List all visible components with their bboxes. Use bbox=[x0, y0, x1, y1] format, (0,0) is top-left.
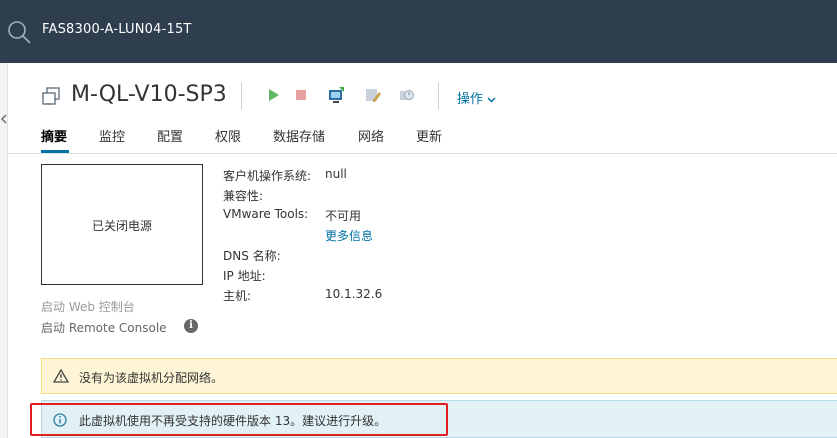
tab-updates[interactable]: 更新 bbox=[416, 126, 442, 145]
power-off-icon[interactable] bbox=[292, 86, 310, 104]
tab-permissions[interactable]: 权限 bbox=[215, 126, 241, 145]
host-value: 10.1.32.6 bbox=[325, 287, 383, 301]
actions-menu-label: 操作 bbox=[457, 92, 484, 107]
vmware-tools-label: VMware Tools: bbox=[223, 207, 309, 221]
top-search-bar[interactable]: FAS8300-A-LUN04-15T bbox=[0, 0, 837, 63]
compatibility-label: 兼容性: bbox=[223, 189, 264, 203]
console-thumbnail[interactable]: 已关闭电源 bbox=[41, 164, 203, 285]
launch-console-icon[interactable] bbox=[327, 86, 345, 104]
more-info-link[interactable]: 更多信息 bbox=[325, 227, 373, 244]
launch-remote-console-link[interactable]: 启动 Remote Console bbox=[41, 319, 167, 336]
page-title: M-QL-V10-SP3 bbox=[71, 82, 227, 107]
power-on-icon[interactable] bbox=[264, 86, 282, 104]
toolbar-divider bbox=[438, 82, 439, 110]
network-warning-alert: 没有为该虚拟机分配网络。 bbox=[41, 358, 837, 394]
edit-settings-icon[interactable] bbox=[364, 86, 382, 104]
tab-summary[interactable]: 摘要 bbox=[41, 126, 67, 145]
guest-os-label: 客户机操作系统: bbox=[223, 169, 312, 183]
chevron-down-icon bbox=[487, 96, 496, 103]
sidebar-collapse-gutter[interactable] bbox=[0, 63, 8, 438]
launch-web-console-link[interactable]: 启动 Web 控制台 bbox=[41, 298, 135, 315]
chevron-left-icon[interactable] bbox=[0, 113, 8, 125]
annotation-highlight-box bbox=[30, 403, 448, 436]
actions-menu-button[interactable]: 操作 bbox=[457, 88, 496, 107]
ip-address-label: IP 地址: bbox=[223, 269, 266, 283]
host-label: 主机: bbox=[223, 289, 252, 303]
vmware-tools-value: 不可用 bbox=[325, 209, 362, 223]
snapshot-icon[interactable] bbox=[398, 86, 416, 104]
search-icon bbox=[8, 21, 31, 44]
tabs-divider bbox=[8, 153, 837, 154]
tab-datastores[interactable]: 数据存储 bbox=[273, 126, 325, 145]
power-state-text: 已关闭电源 bbox=[91, 219, 152, 233]
tab-configure[interactable]: 配置 bbox=[157, 126, 183, 145]
dns-name-label: DNS 名称: bbox=[223, 249, 281, 263]
tab-networks[interactable]: 网络 bbox=[358, 126, 384, 145]
warning-text: 没有为该虚拟机分配网络。 bbox=[79, 371, 224, 385]
info-icon[interactable]: i bbox=[184, 319, 198, 333]
tab-monitor[interactable]: 监控 bbox=[99, 126, 125, 145]
vm-icon bbox=[42, 87, 60, 105]
guest-os-value: null bbox=[325, 167, 347, 181]
search-input[interactable]: FAS8300-A-LUN04-15T bbox=[42, 22, 192, 37]
warning-icon bbox=[53, 369, 69, 383]
title-divider bbox=[241, 82, 242, 110]
